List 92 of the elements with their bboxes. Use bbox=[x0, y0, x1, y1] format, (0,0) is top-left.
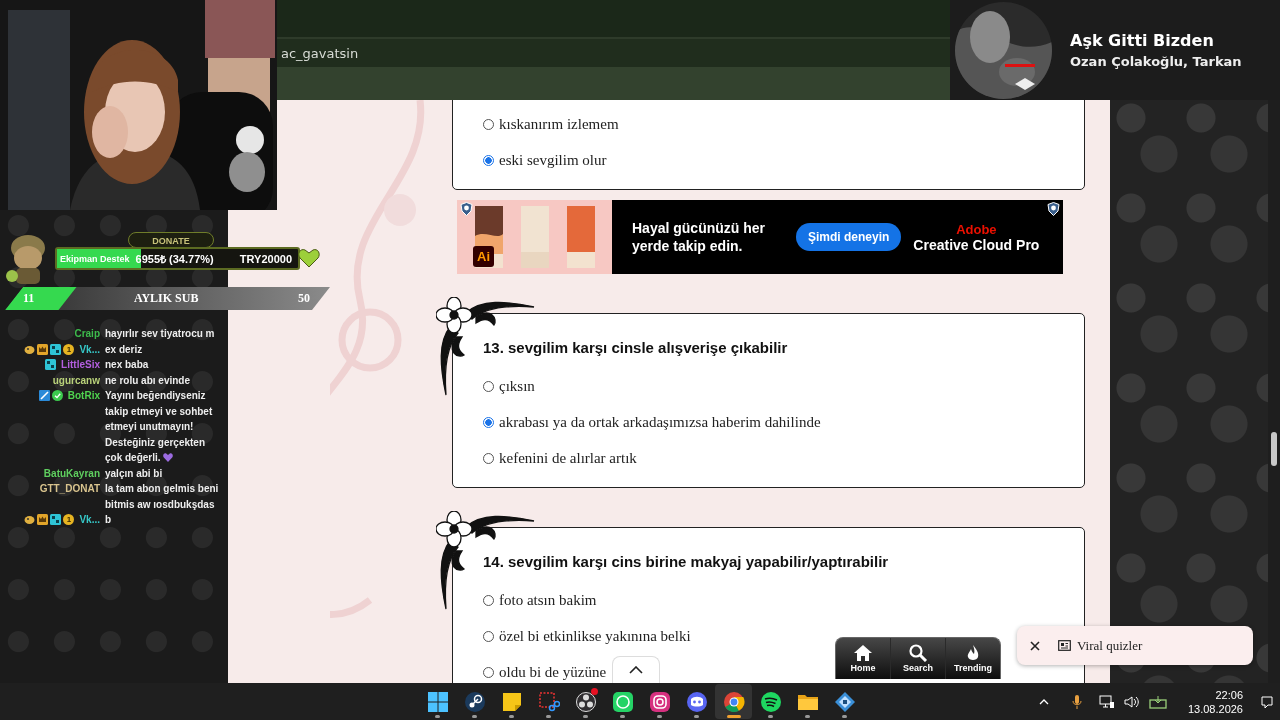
heart-icon bbox=[298, 248, 320, 268]
grid-icon bbox=[50, 343, 62, 355]
recorder-icon bbox=[574, 690, 597, 713]
header-text: ac_gavatsin bbox=[281, 45, 359, 61]
shield-icon[interactable] bbox=[460, 202, 473, 216]
chat-message: Yayını beğendiyseniz takip etmeyi ve sohbet etmeyi unutmayın! Desteğiniz gerçekten çok değerli. bbox=[105, 389, 214, 465]
radio-button[interactable] bbox=[483, 630, 494, 642]
scissors-icon bbox=[537, 690, 560, 713]
sub-count: 11 bbox=[23, 291, 35, 306]
sticky-note-icon bbox=[500, 690, 523, 713]
shield-icon[interactable] bbox=[1047, 202, 1060, 216]
question-title: 13. sevgilim karşı cinsle alışverişe çıkabilir bbox=[483, 338, 789, 358]
home-icon bbox=[853, 644, 873, 662]
nav-button[interactable]: Search bbox=[891, 638, 946, 679]
browser-icon bbox=[722, 690, 745, 713]
option-label[interactable]: foto atsın bakim bbox=[499, 591, 597, 609]
app-badge: Ai bbox=[473, 246, 494, 267]
count-badge: 1 bbox=[63, 343, 75, 355]
camera-icon bbox=[648, 690, 671, 713]
chat-username[interactable]: Vk... bbox=[79, 512, 100, 528]
option-label[interactable]: kıskanırım izlemem bbox=[499, 115, 619, 133]
grid-icon bbox=[50, 514, 62, 526]
chat-message: nex baba bbox=[105, 358, 150, 372]
tray-app-icon[interactable] bbox=[1148, 694, 1167, 709]
monitor-network-icon[interactable] bbox=[1098, 693, 1115, 710]
nav-button[interactable]: Trending bbox=[946, 638, 1000, 679]
radio-button[interactable] bbox=[483, 380, 494, 392]
option-label[interactable]: çıksın bbox=[499, 377, 535, 395]
taskbar-button[interactable] bbox=[715, 684, 752, 719]
newspaper-icon bbox=[1058, 640, 1071, 651]
chat-message: ne rolu abı evinde bbox=[105, 373, 192, 388]
scroll-to-top-button[interactable] bbox=[612, 656, 660, 683]
song-title: Aşk Gitti Bizden bbox=[1070, 31, 1215, 50]
verified-icon bbox=[51, 390, 63, 402]
toast-link[interactable]: Viral quizler bbox=[1077, 637, 1143, 654]
emote-icon bbox=[24, 514, 36, 526]
phone-chat-icon bbox=[611, 690, 634, 713]
radio-button[interactable] bbox=[483, 118, 494, 130]
count-badge: 1 bbox=[63, 514, 75, 526]
donate-heading: DONATE bbox=[128, 232, 214, 248]
chat-username[interactable]: LittleSix bbox=[61, 357, 100, 373]
microphone-icon[interactable] bbox=[1071, 693, 1082, 710]
chat-username[interactable]: BatuKayran bbox=[43, 465, 100, 481]
music-icon bbox=[759, 690, 782, 713]
crown-icon bbox=[37, 343, 49, 355]
option-label[interactable]: kefenini de alırlar artık bbox=[499, 449, 637, 467]
chat-message: b bbox=[105, 513, 113, 527]
chevron-up-icon[interactable] bbox=[1038, 698, 1049, 705]
grid-icon bbox=[45, 359, 57, 371]
crown-icon bbox=[37, 514, 49, 526]
question-title: 14. sevgilim karşı cins birine makyaj yapabilir/yaptırabilir bbox=[483, 552, 890, 572]
option-label[interactable]: oldu bi de yüzüne bbox=[499, 663, 607, 681]
chat-username[interactable]: BotRix bbox=[67, 388, 100, 404]
sub-goal-label: AYLIK SUB bbox=[133, 291, 199, 306]
chat-message: ex deriz bbox=[105, 342, 144, 357]
clock-time: 22:06 bbox=[1215, 687, 1243, 702]
product-name: Creative Cloud Pro bbox=[913, 236, 1040, 253]
sword-icon bbox=[38, 390, 50, 402]
chat-username[interactable]: GTT_DONAT bbox=[39, 481, 100, 497]
radio-button[interactable] bbox=[483, 594, 494, 606]
nav-button[interactable]: Home bbox=[836, 638, 891, 679]
chat-username[interactable]: Craip bbox=[74, 326, 100, 342]
radio-button[interactable] bbox=[483, 416, 494, 428]
try-now-button[interactable]: Şimdi deneyin bbox=[796, 223, 902, 251]
chat-message: hayırlır sev tiyatrocu m bbox=[105, 327, 216, 341]
speaker-icon[interactable] bbox=[1123, 694, 1140, 709]
diamond-app-icon bbox=[833, 690, 856, 713]
chat-username[interactable]: ugurcanw bbox=[52, 372, 100, 388]
search-icon bbox=[908, 644, 928, 662]
close-icon[interactable] bbox=[1030, 640, 1040, 651]
game-chat-icon bbox=[685, 690, 708, 713]
option-label[interactable]: akrabası ya da ortak arkadaşımızsa haberim dahilinde bbox=[499, 413, 821, 431]
brand-name: Adobe bbox=[956, 221, 997, 237]
start-icon bbox=[426, 690, 449, 713]
scrollbar-thumb[interactable] bbox=[1271, 432, 1277, 466]
emote-icon bbox=[24, 343, 36, 355]
ad-headline: Hayal gücünüzü her yerde takip edin. bbox=[632, 219, 767, 255]
chat-message: yalçın abi bi bbox=[105, 466, 164, 481]
option-label[interactable]: eski sevgilim olur bbox=[499, 151, 607, 169]
radio-button[interactable] bbox=[483, 666, 494, 678]
chat-username[interactable]: Vk... bbox=[79, 341, 100, 357]
clock-date: 13.08.2026 bbox=[1187, 701, 1243, 716]
radio-button[interactable] bbox=[483, 452, 494, 464]
game-launcher-icon bbox=[463, 690, 486, 713]
goal-target: TRY20000 bbox=[239, 252, 292, 265]
option-label[interactable]: özel bi etkinlikse yakınına belki bbox=[499, 627, 691, 645]
sub-target: 50 bbox=[298, 291, 310, 306]
notification-icon[interactable] bbox=[1260, 694, 1274, 709]
goal-label: Ekipman Destek bbox=[60, 253, 130, 264]
chevron-up-icon bbox=[629, 666, 643, 674]
radio-button[interactable] bbox=[483, 154, 494, 166]
song-artist: Ozan Çolakoğlu, Tarkan bbox=[1070, 54, 1242, 69]
